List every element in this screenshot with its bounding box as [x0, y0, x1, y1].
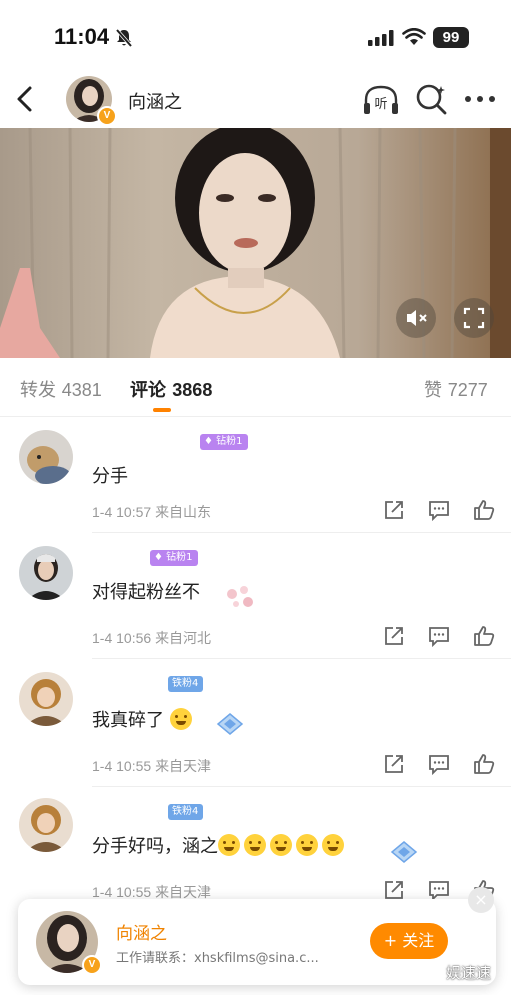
- crying-emoji-icon: [244, 834, 266, 856]
- comment-location: 来自天津: [155, 759, 212, 775]
- verified-badge-icon: V: [97, 106, 117, 126]
- svg-text:听: 听: [374, 97, 387, 112]
- popup-contact-info: 工作请联系：xhskfilms@sina.c...: [116, 951, 319, 966]
- fan-level-badge: ♦ 钻粉1: [150, 550, 198, 566]
- battery-indicator: 99: [433, 27, 469, 48]
- diamond-icon: ♦: [154, 552, 163, 563]
- like-icon[interactable]: [472, 752, 496, 776]
- tab-likes[interactable]: 赞 7277: [424, 376, 488, 402]
- follow-suggestion-card: V 向涵之 工作请联系：xhskfilms@sina.c... + 关注 ×: [18, 887, 496, 985]
- comment-actions: [382, 498, 498, 522]
- follow-button[interactable]: + 关注: [370, 923, 448, 959]
- share-icon[interactable]: [382, 752, 406, 776]
- comment-time: 1-4 10:57: [92, 504, 152, 520]
- comment-time: 1-4 10:55: [92, 758, 152, 774]
- mute-bell-icon: [115, 28, 133, 48]
- mute-icon: [407, 310, 427, 326]
- comment-text: 我真碎了: [92, 706, 196, 732]
- share-icon[interactable]: [382, 498, 406, 522]
- like-icon[interactable]: [472, 498, 496, 522]
- comment-text: 分手: [92, 466, 128, 487]
- popup-user-name[interactable]: 向涵之: [116, 919, 167, 944]
- back-icon[interactable]: [12, 82, 40, 116]
- interaction-tabs: 转发 4381 评论 3868 赞 7277: [0, 360, 511, 417]
- tab-reposts[interactable]: 转发 4381: [20, 376, 102, 402]
- commenter-avatar[interactable]: [19, 546, 73, 600]
- watermark: 娱速速: [446, 964, 492, 982]
- comment-item: ♦ 钻粉1 分手 1-4 10:57 来自山东: [0, 418, 511, 533]
- commenter-avatar[interactable]: [19, 430, 73, 484]
- search-icon[interactable]: [414, 82, 448, 116]
- more-icon[interactable]: [464, 94, 496, 104]
- like-icon[interactable]: [472, 624, 496, 648]
- tab-comments[interactable]: 评论 3868: [130, 376, 212, 402]
- comment-text: 分手好吗，涵之: [92, 832, 348, 858]
- fullscreen-button[interactable]: [454, 298, 494, 338]
- reply-icon[interactable]: [427, 624, 451, 648]
- repost-count: 4381: [61, 380, 102, 400]
- top-navigation-bar: V 向涵之 听: [0, 72, 511, 128]
- diamond-sticker-icon: [216, 713, 244, 735]
- comment-meta: 1-4 10:57 来自山东: [92, 502, 211, 522]
- comment-actions: [382, 752, 498, 776]
- status-bar: 11:04 99: [0, 0, 511, 72]
- comment-item: 铁粉4 我真碎了 1-4 10:55 来自天津: [0, 658, 511, 787]
- fullscreen-icon: [463, 307, 485, 329]
- comment-time: 1-4 10:55: [92, 884, 152, 900]
- comment-location: 来自山东: [155, 505, 212, 521]
- comment-text: 对得起粉丝不: [92, 582, 200, 603]
- comment-item: ♦ 钻粉1 对得起粉丝不 1-4 10:56 来自河北: [0, 532, 511, 659]
- flower-decoration-icon: [227, 586, 253, 607]
- reply-icon[interactable]: [427, 498, 451, 522]
- comment-meta: 1-4 10:56 来自河北: [92, 628, 211, 648]
- comment-meta: 1-4 10:55 来自天津: [92, 756, 211, 776]
- close-icon[interactable]: ×: [468, 887, 494, 913]
- like-count: 7277: [447, 380, 488, 400]
- crying-emoji-icon: [218, 834, 240, 856]
- comment-item: 铁粉4 分手好吗，涵之 1-4 10:55 来自天津: [0, 786, 511, 902]
- fan-level-badge: ♦ 钻粉1: [200, 434, 248, 450]
- crying-emoji-icon: [169, 708, 192, 730]
- diamond-sticker-icon: [390, 841, 418, 863]
- crying-emoji-icon: [322, 834, 344, 856]
- wifi-icon: [402, 28, 426, 45]
- reply-icon[interactable]: [427, 752, 451, 776]
- crying-emoji-icon: [270, 834, 292, 856]
- comment-location: 来自河北: [155, 631, 212, 647]
- comment-actions: [382, 624, 498, 648]
- video-player[interactable]: [0, 128, 511, 358]
- comment-time: 1-4 10:56: [92, 630, 152, 646]
- mute-button[interactable]: [396, 298, 436, 338]
- fan-level-badge: 铁粉4: [168, 804, 204, 820]
- active-tab-indicator: [153, 408, 171, 412]
- listen-icon[interactable]: 听: [362, 84, 400, 116]
- diamond-icon: ♦: [204, 436, 213, 447]
- verified-badge-icon: V: [82, 955, 102, 975]
- share-icon[interactable]: [382, 624, 406, 648]
- fan-level-badge: 铁粉4: [168, 676, 204, 692]
- status-time: 11:04: [54, 24, 110, 49]
- cellular-signal-icon: [368, 30, 394, 46]
- commenter-avatar[interactable]: [19, 798, 73, 852]
- page-title[interactable]: 向涵之: [128, 88, 182, 114]
- commenter-avatar[interactable]: [19, 672, 73, 726]
- comment-count: 3868: [172, 380, 213, 400]
- crying-emoji-icon: [296, 834, 318, 856]
